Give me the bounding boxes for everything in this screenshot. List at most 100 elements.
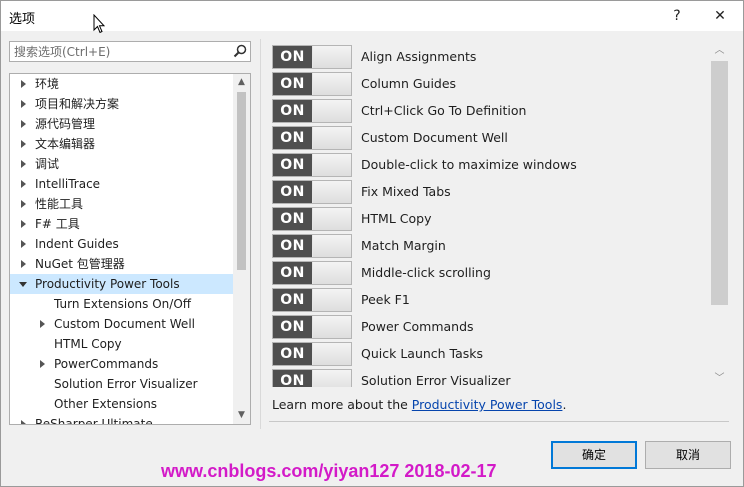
collapsed-arrow-icon[interactable]	[21, 240, 26, 248]
tree-item[interactable]: Turn Extensions On/Off	[10, 294, 234, 314]
tree-item[interactable]: Indent Guides	[10, 234, 234, 254]
tree-item[interactable]: IntelliTrace	[10, 174, 234, 194]
scroll-down-arrow-icon[interactable]: ▼	[233, 407, 250, 424]
expanded-arrow-icon[interactable]	[19, 282, 27, 287]
collapsed-arrow-icon[interactable]	[21, 420, 26, 424]
collapsed-arrow-icon[interactable]	[21, 80, 26, 88]
tree-item-label: 调试	[35, 157, 60, 171]
tree-item[interactable]: 源代码管理	[10, 114, 234, 134]
feature-toggle-switch[interactable]: ON	[272, 261, 352, 285]
tree-item[interactable]: Solution Error Visualizer	[10, 374, 234, 394]
feature-label: Fix Mixed Tabs	[361, 184, 451, 199]
feature-toggle-switch[interactable]: ON	[272, 45, 352, 69]
feature-toggle-row: ON Power Commands	[272, 315, 712, 339]
feature-list-scrollbar[interactable]: ︿ ﹀	[711, 43, 728, 387]
feature-toggle-switch[interactable]: ON	[272, 99, 352, 123]
productivity-power-tools-link[interactable]: Productivity Power Tools	[412, 397, 563, 412]
tree-item[interactable]: 环境	[10, 74, 234, 94]
toggle-knob[interactable]	[313, 208, 351, 230]
toggle-knob[interactable]	[313, 154, 351, 176]
toggle-state-label: ON	[273, 73, 312, 95]
feature-toggle-switch[interactable]: ON	[272, 369, 352, 387]
close-button[interactable]: ✕	[706, 5, 734, 27]
feature-toggle-switch[interactable]: ON	[272, 72, 352, 96]
toggle-state-label: ON	[273, 46, 312, 68]
toggle-knob[interactable]	[313, 181, 351, 203]
help-button[interactable]: ?	[663, 5, 691, 27]
collapsed-arrow-icon[interactable]	[21, 180, 26, 188]
scrollbar-thumb[interactable]	[711, 61, 728, 305]
tree-item-label: F# 工具	[35, 217, 80, 231]
toggle-knob[interactable]	[313, 100, 351, 122]
collapsed-arrow-icon[interactable]	[21, 140, 26, 148]
collapsed-arrow-icon[interactable]	[21, 100, 26, 108]
collapsed-arrow-icon[interactable]	[21, 260, 26, 268]
tree-item[interactable]: HTML Copy	[10, 334, 234, 354]
cancel-button[interactable]: 取消	[645, 441, 731, 469]
toggle-knob[interactable]	[313, 289, 351, 311]
search-icon[interactable]	[233, 44, 247, 58]
tree-item[interactable]: PowerCommands	[10, 354, 234, 374]
toggle-state-label: ON	[273, 370, 312, 387]
collapsed-arrow-icon[interactable]	[40, 320, 45, 328]
scroll-up-arrow-icon[interactable]: ︿	[711, 43, 728, 59]
tree-item[interactable]: 项目和解决方案	[10, 94, 234, 114]
collapsed-arrow-icon[interactable]	[21, 220, 26, 228]
feature-toggle-switch[interactable]: ON	[272, 126, 352, 150]
collapsed-arrow-icon[interactable]	[21, 160, 26, 168]
scrollbar-thumb[interactable]	[237, 92, 246, 270]
toggle-state-label: ON	[273, 262, 312, 284]
feature-label: Match Margin	[361, 238, 446, 253]
toggle-knob[interactable]	[313, 235, 351, 257]
toggle-state-label: ON	[273, 127, 312, 149]
tree-item[interactable]: Custom Document Well	[10, 314, 234, 334]
feature-toggle-switch[interactable]: ON	[272, 288, 352, 312]
tree-item-label: Indent Guides	[35, 237, 119, 251]
tree-item-label: 项目和解决方案	[35, 97, 120, 111]
toggle-knob[interactable]	[313, 127, 351, 149]
search-input[interactable]	[10, 42, 230, 61]
toggle-knob[interactable]	[313, 46, 351, 68]
collapsed-arrow-icon[interactable]	[21, 120, 26, 128]
toggle-knob[interactable]	[313, 316, 351, 338]
tree-item[interactable]: 调试	[10, 154, 234, 174]
scroll-up-arrow-icon[interactable]: ▲	[233, 74, 250, 91]
options-tree[interactable]: 环境项目和解决方案源代码管理 文本编辑器调试 IntelliTrace 性能工具 F# …	[9, 73, 251, 425]
collapsed-arrow-icon[interactable]	[40, 360, 45, 368]
tree-item[interactable]: Productivity Power Tools	[10, 274, 234, 294]
feature-toggle-row: ON Quick Launch Tasks	[272, 342, 712, 366]
tree-item[interactable]: 文本编辑器	[10, 134, 234, 154]
tree-item[interactable]: F# 工具	[10, 214, 234, 234]
toggle-knob[interactable]	[313, 370, 351, 387]
toggle-state-label: ON	[273, 208, 312, 230]
toggle-knob[interactable]	[313, 73, 351, 95]
tree-item[interactable]: Other Extensions	[10, 394, 234, 414]
feature-toggle-row: ON Double-click to maximize windows	[272, 153, 712, 177]
tree-item-label: 性能工具	[35, 197, 84, 211]
feature-label: Solution Error Visualizer	[361, 373, 511, 387]
feature-toggle-switch[interactable]: ON	[272, 180, 352, 204]
feature-toggle-switch[interactable]: ON	[272, 315, 352, 339]
feature-toggle-switch[interactable]: ON	[272, 342, 352, 366]
scroll-down-arrow-icon[interactable]: ﹀	[711, 371, 728, 387]
feature-toggle-switch[interactable]: ON	[272, 234, 352, 258]
tree-item-label: Solution Error Visualizer	[54, 377, 198, 391]
toggle-knob[interactable]	[313, 343, 351, 365]
tree-scrollbar[interactable]: ▲ ▼	[233, 74, 250, 424]
tree-item-label: ReSharper Ultimate	[35, 417, 153, 425]
toggle-knob[interactable]	[313, 262, 351, 284]
search-box[interactable]	[9, 41, 251, 62]
tree-item[interactable]: ReSharper Ultimate	[10, 414, 234, 425]
ok-button[interactable]: 确定	[551, 441, 637, 469]
collapsed-arrow-icon[interactable]	[21, 200, 26, 208]
tree-item[interactable]: NuGet 包管理器	[10, 254, 234, 274]
tree-item[interactable]: 性能工具	[10, 194, 234, 214]
feature-label: HTML Copy	[361, 211, 432, 226]
learn-more-suffix: .	[562, 397, 567, 412]
tree-item-label: HTML Copy	[54, 337, 122, 351]
feature-label: Quick Launch Tasks	[361, 346, 484, 361]
feature-label: Double-click to maximize windows	[361, 157, 577, 172]
tree-item-label: NuGet 包管理器	[35, 257, 125, 271]
feature-toggle-switch[interactable]: ON	[272, 153, 352, 177]
feature-toggle-switch[interactable]: ON	[272, 207, 352, 231]
